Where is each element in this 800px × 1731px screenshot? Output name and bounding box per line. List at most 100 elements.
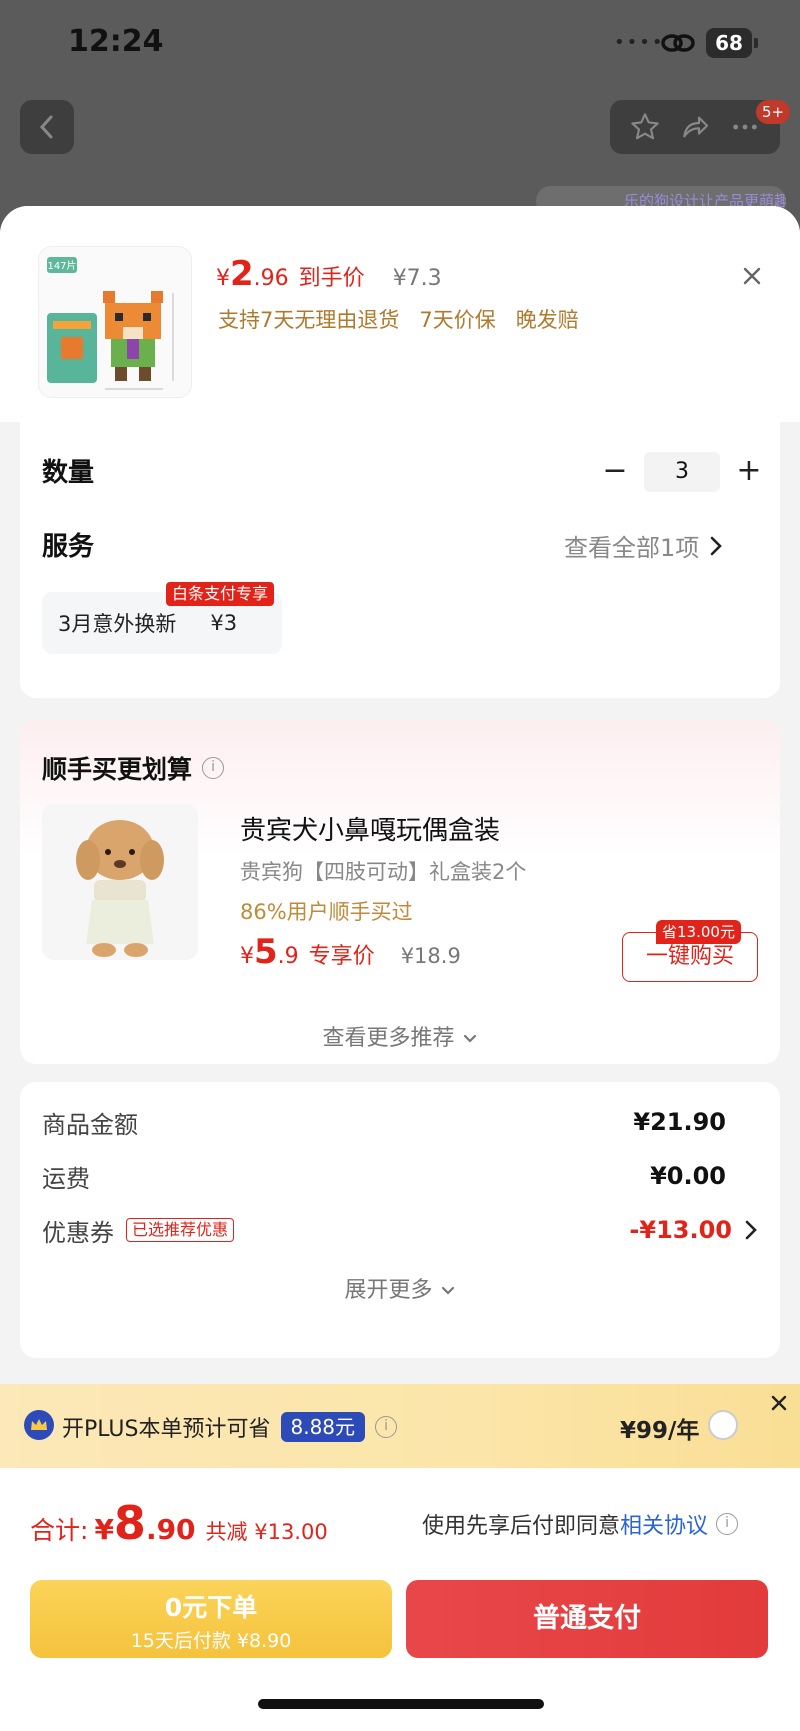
message-badge: 5+ (756, 100, 791, 124)
plus-close-button[interactable] (764, 1388, 794, 1418)
recommend-item-price: ¥ 5 .9 专享价 ¥18.9 (240, 932, 461, 972)
price-currency: ¥ (216, 266, 230, 291)
recommend-item-image[interactable] (42, 804, 198, 960)
service-option-name: 3月意外换新 (58, 612, 177, 636)
quantity-decrease-button[interactable]: − (598, 453, 632, 491)
checkout-panel: 合计: ¥ 8 .90 共减 ¥13.00 使用先享后付即同意 相关协议 i 0… (0, 1468, 800, 1731)
chevron-right-icon (710, 536, 723, 555)
plus-text: 开PLUS本单预计可省 (62, 1417, 271, 1442)
reco-price-integer: 5 (254, 932, 278, 972)
signal-icon: •••• (614, 32, 665, 53)
original-price: ¥7.3 (392, 266, 442, 291)
totals-row-shipping: 运费 ¥0.00 (42, 1156, 758, 1196)
sheet-header: 147片 ¥ 2 .96 到手价 ¥7.3 支持7天无理由退货 7天价保 晚发赔 (0, 206, 800, 422)
nav-actions (610, 100, 780, 154)
status-bar: 12:24 •••• 68 (0, 0, 800, 80)
service-exclusive-tag: 白条支付专享 (166, 582, 275, 606)
coupon-selected-tag: 已选推荐优惠 (126, 1218, 235, 1242)
info-icon[interactable]: i (375, 1416, 398, 1438)
close-icon (743, 267, 761, 285)
order-total: 合计: ¥ 8 .90 共减 ¥13.00 (30, 1496, 328, 1550)
reco-price-label: 专享价 (308, 944, 375, 969)
price-label: 到手价 (298, 266, 365, 291)
product-price: ¥ 2 .96 到手价 ¥7.3 (216, 254, 442, 294)
coupon-value-group: -¥13.00 (629, 1216, 758, 1244)
poodle-toy-image (42, 804, 198, 960)
agreement-text: 使用先享后付即同意 相关协议 i (422, 1508, 739, 1540)
agreement-link[interactable]: 相关协议 (620, 1508, 708, 1540)
reco-original-price: ¥18.9 (400, 944, 461, 968)
quantity-increase-button[interactable]: + (732, 453, 766, 491)
service-view-all-label: 查看全部1项 (564, 534, 700, 562)
status-time: 12:24 (68, 24, 164, 59)
expand-more-label: 展开更多 (344, 1278, 433, 1303)
chevron-down-icon (463, 1034, 476, 1043)
total-integer: 8 (113, 1496, 146, 1550)
save-tag: 省13.00元 (656, 920, 741, 944)
star-icon[interactable] (629, 111, 661, 143)
svg-text:147片: 147片 (47, 259, 76, 272)
coupon-label-group: 优惠券 已选推荐优惠 (42, 1213, 235, 1248)
goods-amount-value: ¥21.90 (633, 1108, 726, 1136)
price-decimal: .96 (253, 266, 289, 291)
agreement-prefix: 使用先享后付即同意 (422, 1514, 621, 1539)
total-decimal: .90 (145, 1513, 196, 1546)
pay-later-title: 0元下单 (164, 1593, 258, 1622)
reco-price-decimal: .9 (277, 944, 299, 969)
see-more-label: 查看更多推荐 (322, 1026, 455, 1051)
service-option-price: ¥3 (210, 611, 238, 635)
share-icon[interactable] (679, 111, 711, 143)
plus-membership-bar[interactable]: 开PLUS本单预计可省 8.88元 i ¥99/年 (0, 1384, 800, 1468)
coupon-value: -¥13.00 (629, 1216, 732, 1244)
quantity-label: 数量 (42, 458, 95, 488)
reco-price-currency: ¥ (240, 944, 254, 969)
fox-bricks-image: 147片 (39, 247, 191, 397)
chevron-left-icon (39, 115, 53, 139)
product-perks: 支持7天无理由退货 7天价保 晚发赔 (218, 304, 579, 334)
link-icon (661, 34, 695, 52)
battery-indicator: 68 (706, 28, 758, 58)
info-icon[interactable]: i (716, 1513, 739, 1535)
total-currency: ¥ (94, 1513, 114, 1546)
totals-row-goods: 商品金额 ¥21.90 (42, 1102, 758, 1142)
service-view-all[interactable]: 查看全部1项 (564, 528, 723, 563)
quantity-stepper: − 3 + (598, 452, 766, 492)
perk-return: 支持7天无理由退货 (218, 308, 400, 332)
perk-late-ship: 晚发赔 (515, 308, 579, 332)
chevron-right-icon (745, 1220, 757, 1240)
recommend-item-desc: 贵宾狗【四肢可动】礼盒装2个 (240, 860, 527, 884)
info-icon[interactable]: i (202, 757, 225, 779)
plus-select-radio[interactable] (708, 1410, 738, 1440)
chevron-down-icon (441, 1286, 454, 1295)
normal-pay-button[interactable]: 普通支付 (406, 1580, 768, 1658)
price-integer: 2 (230, 254, 254, 294)
shipping-label: 运费 (42, 1164, 90, 1193)
recommend-title-text: 顺手买更划算 (42, 755, 193, 784)
back-button[interactable] (20, 100, 74, 154)
plus-saving-amount: 8.88元 (280, 1412, 366, 1442)
plus-price: ¥99/年 (620, 1418, 700, 1444)
service-label: 服务 (42, 532, 95, 562)
checkout-sheet: 147片 ¥ 2 .96 到手价 ¥7.3 支持7天无理由退货 7天价保 晚发赔… (0, 206, 800, 1731)
totals-row-coupon[interactable]: 优惠券 已选推荐优惠 -¥13.00 (42, 1210, 758, 1250)
crown-icon (24, 1410, 54, 1440)
close-icon (771, 1395, 787, 1411)
recommend-item-name[interactable]: 贵宾犬小鼻嘎玩偶盒装 (240, 810, 500, 847)
close-button[interactable] (734, 258, 770, 294)
recommend-title: 顺手买更划算 i (42, 750, 225, 786)
pay-later-button[interactable]: 0元下单 15天后付款 ¥8.90 (30, 1580, 392, 1658)
quantity-value[interactable]: 3 (644, 452, 720, 492)
product-thumbnail: 147片 (38, 246, 192, 398)
perk-price-protect: 7天价保 (419, 308, 496, 332)
expand-more[interactable]: 展开更多 (20, 1272, 780, 1304)
recommend-card: 顺手买更划算 i 贵宾犬小鼻嘎玩偶盒装 贵宾狗【四肢可动】礼盒装2个 86%用户… (20, 720, 780, 1064)
goods-amount-label: 商品金额 (42, 1110, 138, 1139)
total-label: 合计: (30, 1516, 89, 1545)
coupon-label: 优惠券 (42, 1218, 114, 1247)
plus-text-group: 开PLUS本单预计可省 8.88元 i (62, 1411, 398, 1443)
pay-later-subtitle: 15天后付款 ¥8.90 (130, 1630, 292, 1652)
totals-card: 商品金额 ¥21.90 运费 ¥0.00 优惠券 已选推荐优惠 -¥13.00 … (20, 1082, 780, 1358)
see-more-recommend[interactable]: 查看更多推荐 (20, 1020, 780, 1052)
recommend-item-bought: 86%用户顺手买过 (240, 900, 413, 924)
shipping-value: ¥0.00 (650, 1162, 726, 1190)
